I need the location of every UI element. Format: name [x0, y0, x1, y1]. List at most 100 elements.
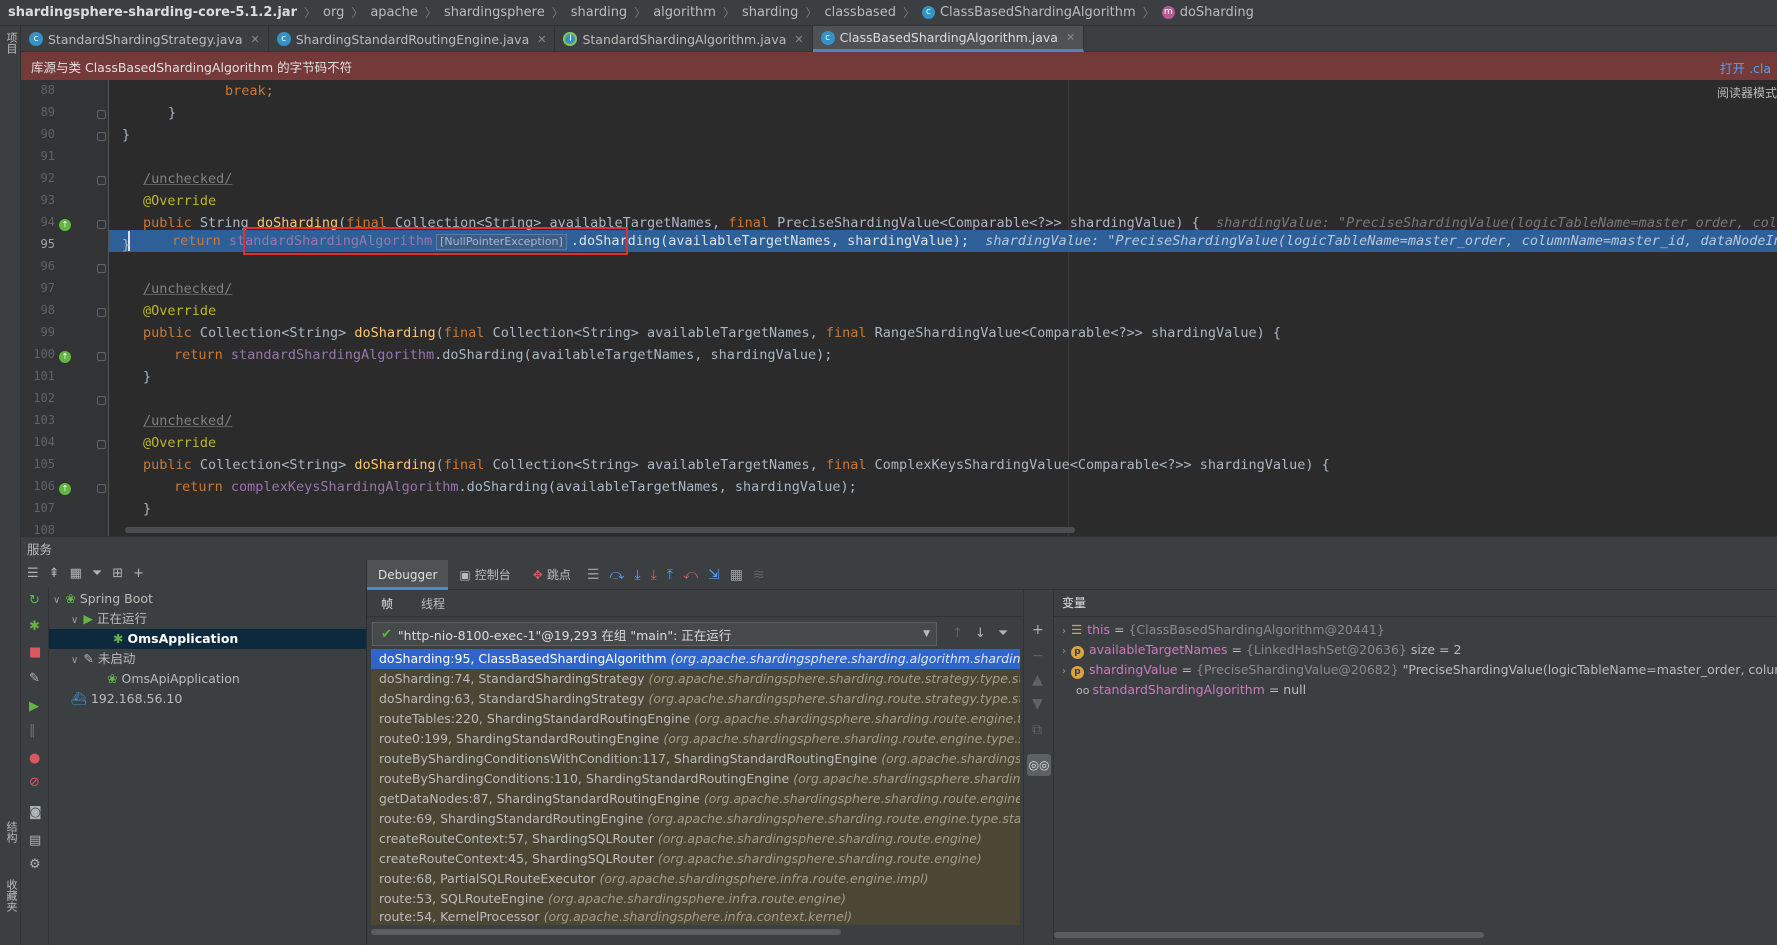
- evaluate-expression-icon[interactable]: ▦: [730, 567, 743, 583]
- filter-icon[interactable]: ⏷: [92, 566, 102, 581]
- breadcrumb-jar[interactable]: shardingsphere-sharding-core-5.1.2.jar: [8, 5, 297, 20]
- close-icon[interactable]: ✕: [537, 33, 546, 46]
- step-over-icon[interactable]: ⤼: [609, 567, 624, 583]
- tree-oms-api-application[interactable]: ❀ OmsApiApplication: [107, 669, 240, 689]
- filter-icon[interactable]: ⏷: [998, 626, 1008, 641]
- layout-icon[interactable]: ▤: [29, 833, 41, 848]
- step-into-icon[interactable]: ⤓: [634, 567, 640, 583]
- new-tab-icon[interactable]: ⊞: [112, 566, 123, 581]
- force-step-into-icon[interactable]: ⤓: [651, 567, 657, 583]
- rerun-icon[interactable]: ↻: [29, 593, 40, 608]
- tree-oms-application[interactable]: ✱ OmsApplication: [49, 629, 366, 649]
- breadcrumb-org[interactable]: org: [323, 5, 344, 20]
- breadcrumb-method[interactable]: doSharding: [1180, 5, 1254, 20]
- fold-icon[interactable]: [97, 396, 106, 405]
- arrow-down-icon[interactable]: ↓: [975, 626, 986, 641]
- override-marker-icon[interactable]: ↑: [59, 483, 71, 495]
- breadcrumb-sharding[interactable]: sharding: [571, 5, 627, 20]
- breadcrumb-sharding-2[interactable]: sharding: [742, 5, 798, 20]
- fold-icon[interactable]: [97, 220, 106, 229]
- fold-icon[interactable]: [97, 176, 106, 185]
- collapse-all-icon[interactable]: ⇞: [49, 566, 60, 581]
- trace-icon[interactable]: ≋: [753, 567, 765, 583]
- override-marker-icon[interactable]: ↑: [59, 351, 71, 363]
- breadcrumb-shardingsphere[interactable]: shardingsphere: [444, 5, 545, 20]
- resume-icon[interactable]: ▶: [29, 699, 39, 714]
- project-tool-label[interactable]: 项目: [3, 32, 19, 54]
- tab-standard-sharding-algorithm[interactable]: I StandardShardingAlgorithm.java ✕: [555, 26, 813, 52]
- editor-horizontal-scrollbar[interactable]: [125, 527, 1075, 533]
- tab-sharding-standard-routing-engine[interactable]: c ShardingStandardRoutingEngine.java ✕: [269, 26, 556, 52]
- structure-tool-label[interactable]: 结构: [3, 821, 19, 843]
- tab-frames[interactable]: 帧: [381, 595, 393, 612]
- frame-item[interactable]: routeByShardingConditions:110, ShardingS…: [371, 769, 1020, 789]
- code-editor[interactable]: 88 89 90 91 92 93 94 95 96 97 98 99 100 …: [21, 80, 1777, 536]
- stop-icon[interactable]: ■: [29, 645, 41, 660]
- close-icon[interactable]: ✕: [1066, 31, 1075, 44]
- variable-row[interactable]: › ☰ this = {ClassBasedShardingAlgorithm@20…: [1062, 620, 1385, 640]
- frame-item[interactable]: doSharding:74, StandardShardingStrategy …: [371, 669, 1020, 689]
- variable-row[interactable]: › p shardingValue = {PreciseShardingValue@…: [1062, 660, 1777, 680]
- fold-icon[interactable]: [97, 440, 106, 449]
- frame-item[interactable]: getDataNodes:87, ShardingStandardRouting…: [371, 789, 1020, 809]
- add-service-icon[interactable]: +: [133, 566, 144, 581]
- drop-frame-icon[interactable]: ⤺: [683, 567, 698, 583]
- move-down-icon[interactable]: ▼: [1032, 696, 1043, 712]
- tab-debugger[interactable]: Debugger: [367, 559, 449, 590]
- thread-selector[interactable]: ✔ "http-nio-8100-exec-1"@19,293 在组 "main…: [372, 622, 937, 646]
- frame-item[interactable]: route:53, SQLRouteEngine (org.apache.sha…: [371, 889, 1020, 909]
- tab-class-based-sharding-algorithm[interactable]: c ClassBasedShardingAlgorithm.java ✕: [812, 26, 1085, 52]
- view-breakpoints-icon[interactable]: ●: [29, 751, 40, 766]
- step-out-icon[interactable]: ⤒: [667, 567, 673, 583]
- fold-icon[interactable]: [97, 264, 106, 273]
- favorites-tool-label[interactable]: 收藏夹: [3, 879, 19, 912]
- debug-icon[interactable]: ✱: [29, 619, 40, 634]
- arrow-up-icon[interactable]: ↑: [952, 626, 963, 641]
- camera-icon[interactable]: ◙: [29, 805, 42, 820]
- expand-all-icon[interactable]: ☰: [27, 566, 39, 581]
- frame-item[interactable]: route:69, ShardingStandardRoutingEngine …: [371, 809, 1020, 829]
- tree-not-started-group[interactable]: ∨ ✎ 未启动: [71, 649, 135, 669]
- frame-item[interactable]: route0:199, ShardingStandardRoutingEngin…: [371, 729, 1020, 749]
- frame-item[interactable]: routeTables:220, ShardingStandardRouting…: [371, 709, 1020, 729]
- show-watches-icon[interactable]: ◎◎: [1027, 754, 1051, 776]
- fold-icon[interactable]: [97, 308, 106, 317]
- new-watch-icon[interactable]: +: [1032, 622, 1044, 638]
- breadcrumb-class[interactable]: ClassBasedShardingAlgorithm: [940, 5, 1136, 20]
- breadcrumb-apache[interactable]: apache: [370, 5, 418, 20]
- frame-item[interactable]: createRouteContext:57, ShardingSQLRouter…: [371, 829, 1020, 849]
- close-icon[interactable]: ✕: [251, 33, 260, 46]
- tab-console[interactable]: ▣ 控制台: [448, 560, 521, 590]
- group-by-icon[interactable]: ▦: [70, 566, 82, 581]
- frames-horizontal-scrollbar[interactable]: [371, 929, 841, 935]
- tree-running-group[interactable]: ∨ ▶ 正在运行: [71, 609, 147, 629]
- frame-item[interactable]: doSharding:95, ClassBasedShardingAlgorit…: [371, 649, 1020, 669]
- copy-icon[interactable]: ⧉: [1032, 722, 1042, 738]
- tree-spring-boot[interactable]: ∨ ❀ Spring Boot: [53, 589, 153, 609]
- fold-icon[interactable]: [97, 110, 106, 119]
- override-marker-icon[interactable]: ↑: [59, 219, 71, 231]
- settings-gear-icon[interactable]: ⚙: [29, 857, 41, 872]
- frame-item[interactable]: route:54, KernelProcessor (org.apache.sh…: [371, 909, 1020, 925]
- remove-watch-icon[interactable]: −: [1032, 648, 1044, 664]
- variables-horizontal-scrollbar[interactable]: [1054, 932, 1484, 938]
- run-to-cursor-icon[interactable]: ⇲: [708, 567, 720, 583]
- pause-icon[interactable]: ‖: [29, 723, 36, 738]
- fold-icon[interactable]: [97, 484, 106, 493]
- frame-item[interactable]: doSharding:63, StandardShardingStrategy …: [371, 689, 1020, 709]
- tab-threads[interactable]: 线程: [421, 595, 445, 612]
- variable-row[interactable]: oo standardShardingAlgorithm = null: [1076, 680, 1306, 700]
- fold-icon[interactable]: [97, 352, 106, 361]
- frame-item[interactable]: route:68, PartialSQLRouteExecutor (org.a…: [371, 869, 1020, 889]
- tab-jump-point[interactable]: ✥ 跳点: [522, 560, 582, 590]
- move-up-icon[interactable]: ▲: [1032, 672, 1043, 688]
- variable-row[interactable]: › p availableTargetNames = {LinkedHashSet@…: [1062, 640, 1461, 660]
- breadcrumb-algorithm[interactable]: algorithm: [653, 5, 716, 20]
- breadcrumb-classbased[interactable]: classbased: [824, 5, 896, 20]
- wrench-icon[interactable]: ✎: [29, 671, 40, 686]
- reader-mode-toggle[interactable]: 阅读器模式: [1717, 84, 1777, 101]
- menu-icon[interactable]: ☰: [587, 567, 600, 583]
- frame-item[interactable]: routeByShardingConditionsWithCondition:1…: [371, 749, 1020, 769]
- tree-docker-host[interactable]: ⛴ 192.168.56.10: [71, 689, 182, 709]
- fold-icon[interactable]: [97, 132, 106, 141]
